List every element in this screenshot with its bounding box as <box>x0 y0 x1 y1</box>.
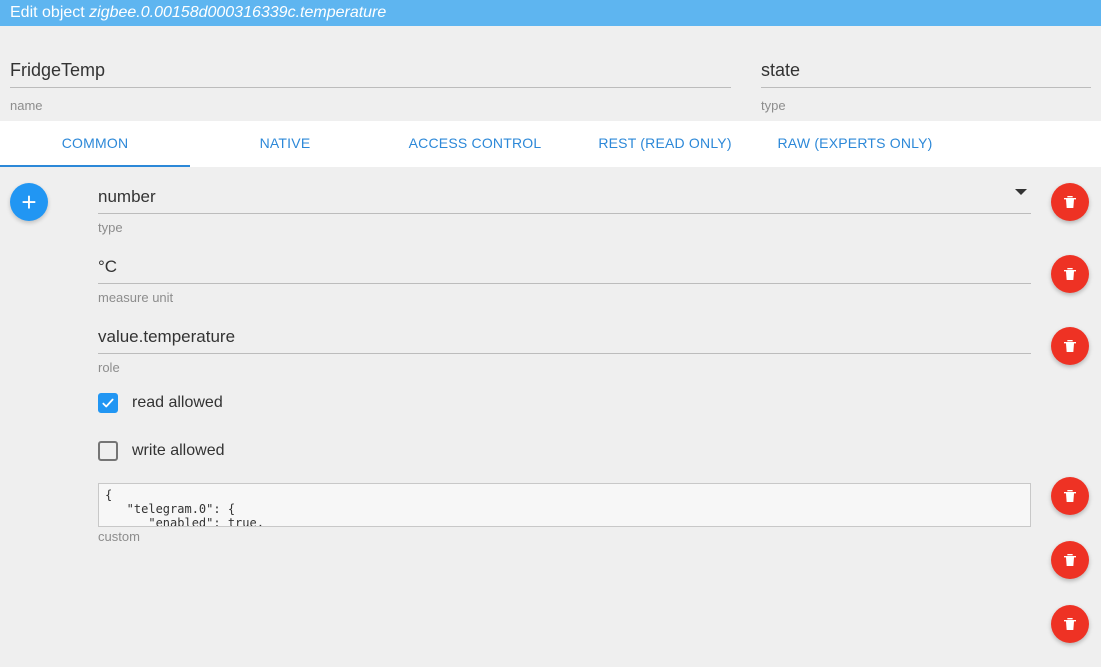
row-role <box>98 321 1031 354</box>
row-write: write allowed <box>98 441 1031 461</box>
delete-custom-button[interactable] <box>1051 605 1089 643</box>
spacer <box>1051 399 1089 443</box>
delete-role-button[interactable] <box>1051 327 1089 365</box>
read-label: read allowed <box>132 394 223 412</box>
row-type <box>98 181 1031 214</box>
delete-type-button[interactable] <box>1051 183 1089 221</box>
tab-bar: COMMON NATIVE ACCESS CONTROL REST (READ … <box>0 121 1101 167</box>
trash-icon <box>1062 488 1078 504</box>
trash-icon <box>1062 616 1078 632</box>
plus-icon: + <box>21 187 36 218</box>
row-read: read allowed <box>98 393 1031 413</box>
tab-native[interactable]: NATIVE <box>190 121 380 167</box>
name-input[interactable] <box>10 56 731 88</box>
type-label: type <box>761 98 1091 113</box>
common-role-label: role <box>98 360 1031 375</box>
check-icon <box>101 396 115 410</box>
trash-icon <box>1062 338 1078 354</box>
common-role-input[interactable] <box>98 321 1031 354</box>
trash-icon <box>1062 194 1078 210</box>
common-type-label: type <box>98 220 1031 235</box>
type-select[interactable] <box>761 56 1091 88</box>
common-type-select[interactable] <box>98 181 1031 214</box>
tab-raw[interactable]: RAW (EXPERTS ONLY) <box>760 121 950 167</box>
name-label: name <box>10 98 731 113</box>
delete-read-button[interactable] <box>1051 477 1089 515</box>
title-prefix: Edit object <box>10 4 89 21</box>
trash-icon <box>1062 266 1078 282</box>
content-area: + type measure unit role read allowed wr… <box>0 167 1101 544</box>
custom-json-textarea[interactable]: { "telegram.0": { "enabled": true, <box>98 483 1031 527</box>
form-area: type measure unit role read allowed writ… <box>98 181 1031 544</box>
write-label: write allowed <box>132 442 224 460</box>
tab-common[interactable]: COMMON <box>0 121 190 167</box>
delete-column <box>1051 183 1089 643</box>
dialog-title: Edit object zigbee.0.00158d000316339c.te… <box>0 0 1101 26</box>
custom-label: custom <box>98 529 1031 544</box>
tab-rest[interactable]: REST (READ ONLY) <box>570 121 760 167</box>
delete-write-button[interactable] <box>1051 541 1089 579</box>
write-checkbox[interactable] <box>98 441 118 461</box>
delete-unit-button[interactable] <box>1051 255 1089 293</box>
tab-access-control[interactable]: ACCESS CONTROL <box>380 121 570 167</box>
header-fields: name type <box>0 26 1101 121</box>
common-unit-input[interactable] <box>98 251 1031 284</box>
row-unit <box>98 251 1031 284</box>
common-unit-label: measure unit <box>98 290 1031 305</box>
add-button[interactable]: + <box>10 183 48 221</box>
read-checkbox[interactable] <box>98 393 118 413</box>
trash-icon <box>1062 552 1078 568</box>
title-object-id: zigbee.0.00158d000316339c.temperature <box>89 4 386 21</box>
caret-down-icon <box>1015 189 1027 195</box>
